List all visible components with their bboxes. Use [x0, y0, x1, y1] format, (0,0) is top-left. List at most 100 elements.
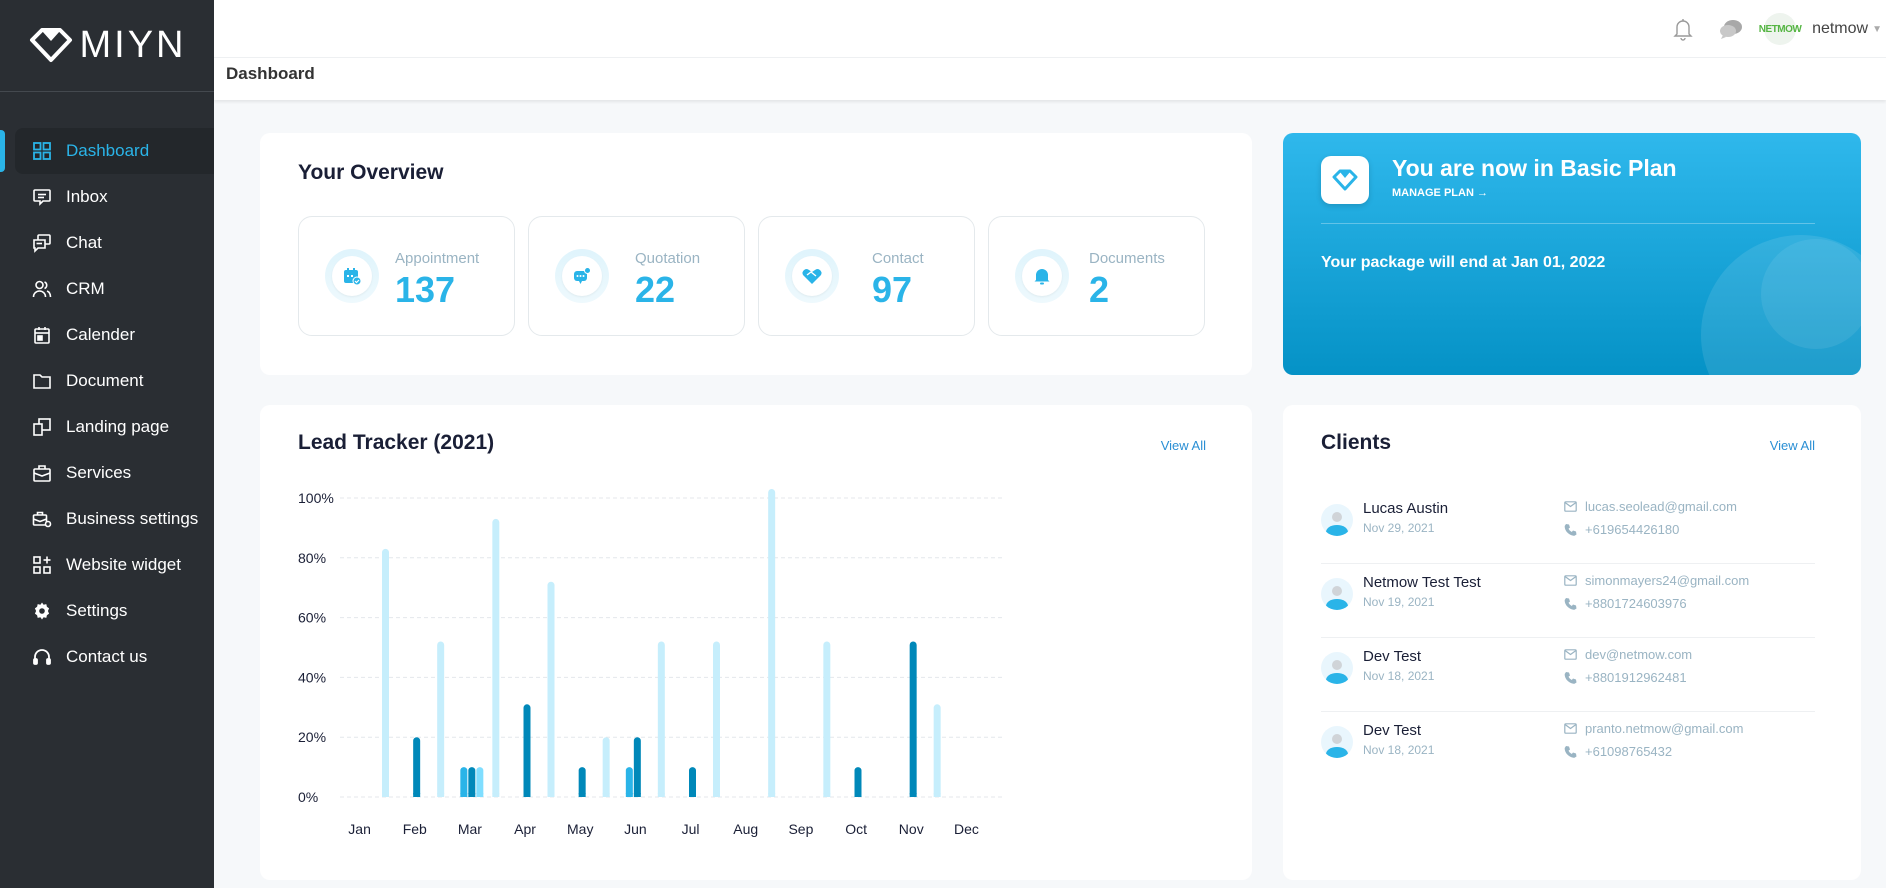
client-email-text: pranto.netmow@gmail.com — [1585, 721, 1744, 736]
client-row[interactable]: Lucas Austin Nov 29, 2021 lucas.seolead@… — [1321, 490, 1815, 564]
username[interactable]: netmow — [1812, 20, 1868, 38]
sidebar-item-services[interactable]: Services — [0, 450, 214, 496]
lead-tracker-chart: 0% 20% 40% 60% 80% 100% Jan Feb Mar Apr May Jun Jul A… — [298, 489, 1002, 837]
client-email[interactable]: pranto.netmow@gmail.com — [1564, 721, 1743, 736]
sidebar-item-landing-page[interactable]: Landing page — [0, 404, 214, 450]
bar-jun-series-4[interactable] — [657, 641, 665, 797]
plan-card: You are now in Basic Plan MANAGE PLAN → … — [1283, 133, 1861, 375]
bar-mar-series-3[interactable] — [476, 767, 484, 797]
client-phone-text: +619654426180 — [1585, 522, 1680, 537]
bar-jun-series-1[interactable] — [625, 767, 633, 797]
client-date: Nov 19, 2021 — [1363, 595, 1435, 609]
sidebar-item-website-widget[interactable]: Website widget — [0, 542, 214, 588]
sidebar-item-label: Website widget — [66, 555, 181, 574]
page-header: Dashboard — [214, 58, 1886, 100]
sidebar-item-contact-us[interactable]: Contact us — [0, 634, 214, 680]
bar-may-series-4[interactable] — [602, 737, 610, 797]
y-tick-label: 0% — [298, 789, 318, 805]
sidebar-item-document[interactable]: Document — [0, 358, 214, 404]
bar-mar-series-2[interactable] — [468, 767, 476, 797]
lead-tracker-card: Lead Tracker (2021) View All 0% 20% 40% 60%… — [260, 405, 1252, 880]
bar-aug-series-4[interactable] — [768, 489, 776, 797]
stat-quotation[interactable]: Quotation 22 — [528, 216, 745, 336]
calendar-check-icon — [344, 268, 362, 286]
bar-nov-series-4[interactable] — [933, 704, 941, 797]
avatar — [1321, 726, 1353, 758]
bar-jan-series-4[interactable] — [382, 548, 389, 797]
x-tick-label: Aug — [733, 821, 758, 837]
sidebar-item-calender[interactable]: Calender — [0, 312, 214, 358]
bar-base — [413, 793, 421, 797]
stat-contact[interactable]: Contact 97 — [758, 216, 975, 336]
user-avatar[interactable]: NETMOW — [1759, 13, 1802, 45]
sidebar-item-chat[interactable]: Chat — [0, 220, 214, 266]
chat-bubbles-icon[interactable] — [1716, 14, 1746, 44]
handshake-icon — [802, 269, 822, 284]
client-phone[interactable]: +619654426180 — [1564, 522, 1679, 537]
client-email[interactable]: simonmayers24@gmail.com — [1564, 573, 1749, 588]
x-tick-label: Dec — [954, 821, 979, 837]
sidebar-item-crm[interactable]: CRM — [0, 266, 214, 312]
bar-base — [657, 793, 665, 797]
sidebar-item-label: Contact us — [66, 647, 148, 666]
stat-label: Contact — [872, 250, 924, 267]
bar-apr-series-2[interactable] — [523, 704, 531, 797]
client-date: Nov 29, 2021 — [1363, 521, 1435, 535]
brand-logo[interactable]: MIYN — [0, 0, 214, 92]
bar-base — [602, 793, 610, 797]
sidebar-item-label: Services — [66, 463, 132, 482]
bar-jul-series-4[interactable] — [713, 641, 720, 797]
view-all-clients-link[interactable]: View All — [1770, 438, 1815, 453]
briefcase-icon — [32, 463, 52, 483]
briefcase-gear-icon — [32, 509, 52, 529]
sidebar-item-dashboard[interactable]: Dashboard — [0, 128, 214, 174]
client-row[interactable]: Dev Test Nov 18, 2021 dev@netmow.com +88… — [1321, 638, 1815, 712]
bar-apr-series-4[interactable] — [547, 581, 555, 797]
bar-base — [437, 793, 445, 797]
bar-base — [492, 793, 500, 797]
x-tick-label: Jun — [624, 821, 647, 837]
diamond-icon — [1332, 169, 1358, 191]
bar-may-series-2[interactable] — [578, 767, 586, 797]
client-row[interactable]: Dev Test Nov 18, 2021 pranto.netmow@gmai… — [1321, 712, 1815, 786]
client-email[interactable]: dev@netmow.com — [1564, 647, 1692, 662]
client-row[interactable]: Netmow Test Test Nov 19, 2021 simonmayer… — [1321, 564, 1815, 638]
x-tick-label: Nov — [899, 821, 924, 837]
stat-documents[interactable]: Documents 2 — [988, 216, 1205, 336]
mail-icon — [1564, 501, 1577, 512]
bar-feb-series-2[interactable] — [413, 737, 421, 797]
brand-name: MIYN — [79, 24, 187, 66]
bar-jul-series-2[interactable] — [689, 767, 696, 797]
bar-base — [909, 793, 917, 797]
stat-appointment[interactable]: Appointment 137 — [298, 216, 515, 336]
bar-mar-series-1[interactable] — [460, 767, 468, 797]
decorative-blob — [1701, 235, 1861, 375]
plan-title: You are now in Basic Plan — [1392, 155, 1677, 181]
client-phone[interactable]: +61098765432 — [1564, 744, 1672, 759]
bell-icon[interactable] — [1668, 14, 1698, 44]
page-title: Dashboard — [226, 64, 315, 83]
client-phone[interactable]: +8801912962481 — [1564, 670, 1687, 685]
client-phone[interactable]: +8801724603976 — [1564, 596, 1687, 611]
users-icon — [32, 279, 52, 299]
client-phone-text: +8801724603976 — [1585, 596, 1687, 611]
bar-mar-series-4[interactable] — [492, 518, 500, 797]
sidebar-item-settings[interactable]: Settings — [0, 588, 214, 634]
overview-card: Your Overview Appointment 137 Quotation … — [260, 133, 1252, 375]
manage-plan-link[interactable]: MANAGE PLAN → — [1392, 187, 1488, 199]
chevron-down-icon[interactable]: ▼ — [1872, 24, 1882, 35]
bar-feb-series-4[interactable] — [437, 641, 445, 797]
bar-base — [547, 793, 555, 797]
bar-base — [523, 793, 531, 797]
sidebar-item-label: Document — [66, 371, 144, 390]
bar-sep-series-4[interactable] — [823, 641, 831, 797]
chat-badge-icon — [574, 267, 591, 284]
bar-nov-series-2[interactable] — [909, 641, 917, 797]
sidebar-item-inbox[interactable]: Inbox — [0, 174, 214, 220]
bar-jun-series-2[interactable] — [633, 737, 641, 797]
x-tick-label: Mar — [458, 821, 482, 837]
sidebar-item-business-settings[interactable]: Business settings — [0, 496, 214, 542]
bar-oct-series-2[interactable] — [854, 767, 862, 797]
clients-card: Clients View All Lucas Austin Nov 29, 20… — [1283, 405, 1861, 880]
client-email[interactable]: lucas.seolead@gmail.com — [1564, 499, 1737, 514]
